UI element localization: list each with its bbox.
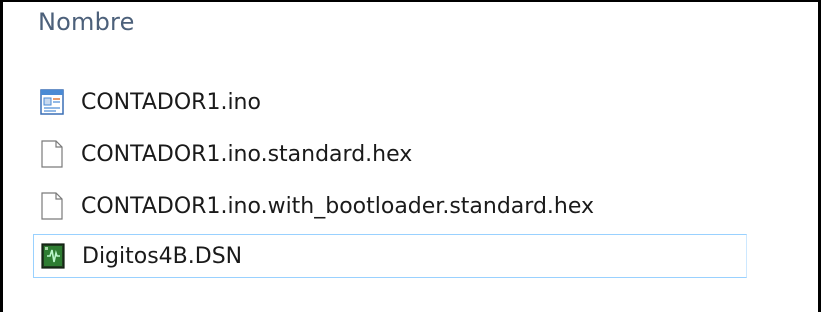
file-row-contador1-ino[interactable]: CONTADOR1.ino: [33, 80, 747, 124]
proteus-design-file-icon: [40, 241, 66, 271]
file-name: CONTADOR1.ino: [81, 89, 261, 115]
file-name: CONTADOR1.ino.standard.hex: [81, 141, 413, 167]
generic-file-icon: [39, 139, 65, 169]
file-name: CONTADOR1.ino.with_bootloader.standard.h…: [81, 193, 595, 219]
file-row-digitos4b-dsn[interactable]: Digitos4B.DSN: [33, 234, 747, 278]
arduino-sketch-file-icon: [39, 87, 65, 117]
file-row-contador1-ino-standard-hex[interactable]: CONTADOR1.ino.standard.hex: [33, 132, 747, 176]
generic-file-icon: [39, 191, 65, 221]
column-header-name[interactable]: Nombre: [38, 8, 135, 36]
file-name: Digitos4B.DSN: [82, 243, 243, 269]
file-row-contador1-ino-with-bootloader-standard-hex[interactable]: CONTADOR1.ino.with_bootloader.standard.h…: [33, 184, 747, 228]
file-explorer-pane: Nombre CONTADOR1.ino CONTADOR1.ino.stand…: [0, 0, 821, 312]
